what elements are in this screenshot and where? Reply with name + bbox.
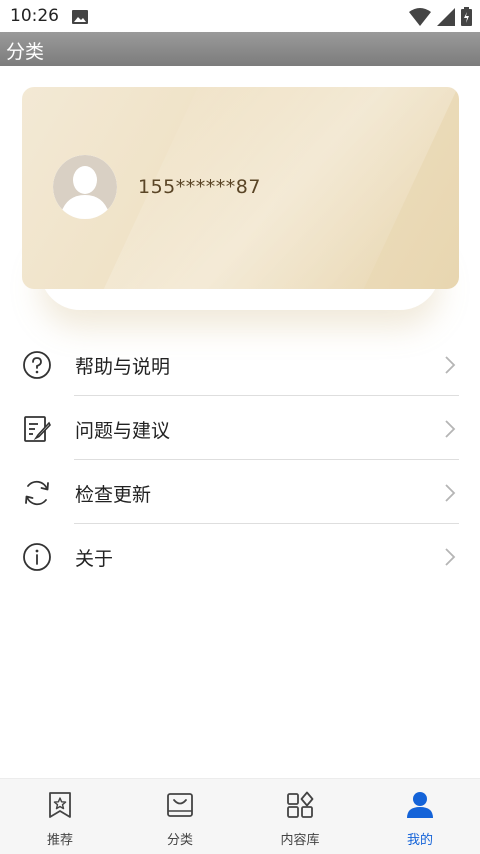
avatar[interactable] [53, 155, 117, 219]
status-time: 10:26 [10, 6, 59, 26]
menu-item-check-update[interactable]: 检查更新 [0, 460, 480, 524]
menu-item-help[interactable]: 帮助与说明 [0, 332, 480, 396]
wifi-icon [409, 7, 431, 30]
nav-item-library[interactable]: 内容库 [240, 779, 360, 854]
image-notification-icon [72, 9, 88, 28]
refresh-icon [22, 478, 52, 508]
bookmark-star-icon [46, 791, 74, 819]
nav-label: 内容库 [280, 833, 320, 848]
user-phone-number: 155******87 [138, 176, 261, 198]
chevron-right-icon [443, 354, 457, 380]
feedback-icon [22, 414, 52, 444]
default-avatar-icon [53, 155, 117, 219]
menu-item-label: 检查更新 [75, 484, 152, 506]
bag-icon [166, 791, 194, 819]
grid-icon [286, 791, 314, 819]
person-icon [406, 791, 434, 819]
nav-item-category[interactable]: 分类 [120, 779, 240, 854]
profile-card[interactable]: 155******87 [22, 87, 459, 289]
menu-item-about[interactable]: 关于 [0, 524, 480, 588]
menu-item-label: 帮助与说明 [75, 356, 171, 378]
help-icon [22, 350, 52, 380]
nav-label: 推荐 [46, 833, 73, 848]
menu-item-label: 关于 [75, 548, 114, 570]
menu-item-feedback[interactable]: 问题与建议 [0, 396, 480, 460]
status-right [409, 7, 472, 30]
nav-label: 分类 [166, 833, 193, 848]
nav-item-mine[interactable]: 我的 [360, 779, 480, 854]
card-sheen [67, 87, 459, 289]
bottom-nav: 推荐 分类 内容库 我的 [0, 778, 480, 854]
chevron-right-icon [443, 482, 457, 508]
nav-item-recommend[interactable]: 推荐 [0, 779, 120, 854]
menu-item-label: 问题与建议 [75, 420, 171, 442]
signal-icon [437, 7, 455, 30]
battery-icon [461, 7, 472, 30]
chevron-right-icon [443, 418, 457, 444]
nav-label: 我的 [406, 833, 433, 848]
settings-menu: 帮助与说明 问题与建议 检查更新 关于 [0, 332, 480, 588]
info-icon [22, 542, 52, 572]
title-bar: 分类 [0, 32, 480, 66]
status-bar: 10:26 [0, 0, 480, 32]
page-title: 分类 [6, 41, 45, 63]
chevron-right-icon [443, 546, 457, 572]
